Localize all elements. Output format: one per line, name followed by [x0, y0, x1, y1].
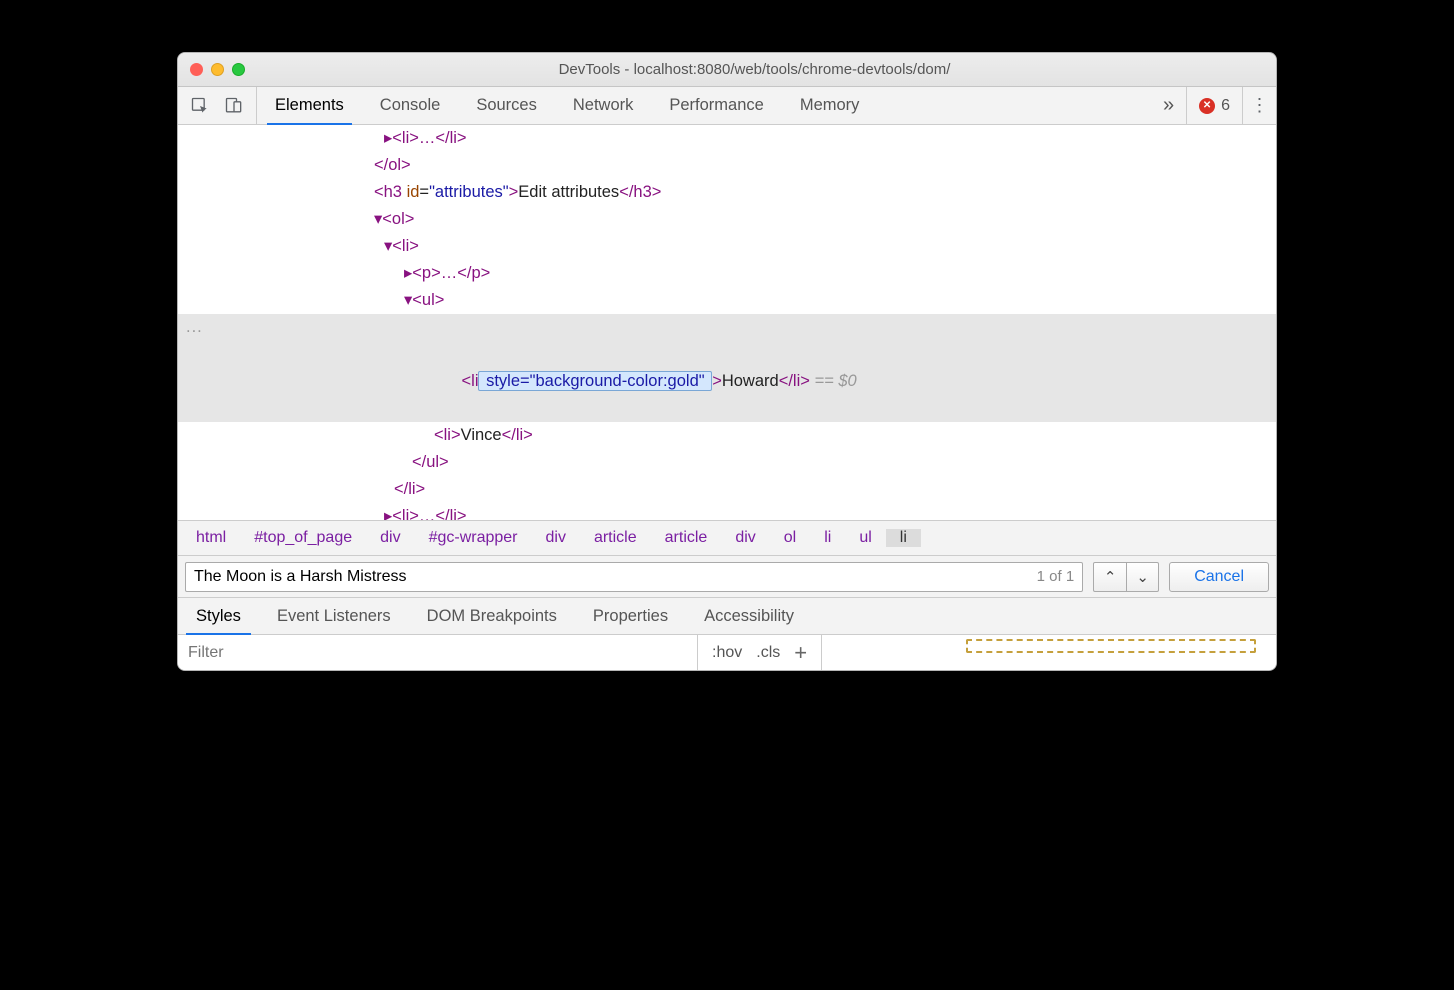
dom-node-selected[interactable]: ... <li style="background-color:gold" >H… [178, 314, 1276, 422]
dom-node-li-vince[interactable]: <li>Vince</li> [178, 422, 1276, 449]
devtools-window: DevTools - localhost:8080/web/tools/chro… [177, 52, 1277, 671]
dom-node-ul-close: </ul> [208, 453, 449, 471]
subtab-accessibility[interactable]: Accessibility [686, 598, 812, 634]
tabs-overflow-button[interactable]: » [1151, 87, 1186, 124]
toolbar-left-tools [178, 87, 257, 124]
error-count: 6 [1221, 97, 1230, 115]
close-window-button[interactable] [190, 63, 203, 76]
edited-attribute[interactable]: style="background-color:gold" [478, 371, 712, 391]
minimize-window-button[interactable] [211, 63, 224, 76]
toggle-cls[interactable]: .cls [756, 644, 780, 662]
styles-filter-wrapper [178, 635, 698, 670]
dom-node-ol-open[interactable]: ▾<ol> [208, 210, 414, 228]
crumb-div-1[interactable]: div [366, 529, 414, 547]
dom-node-ul-open[interactable]: ▾<ul> [208, 291, 444, 309]
main-menu-button[interactable]: ⋮ [1242, 87, 1276, 124]
overflow-ellipsis[interactable]: ... [186, 314, 203, 341]
titlebar: DevTools - localhost:8080/web/tools/chro… [178, 53, 1276, 87]
search-prev-button[interactable]: ⌃ [1094, 563, 1126, 591]
inspect-element-icon[interactable] [190, 96, 210, 116]
dom-node-ol-close: </ol> [208, 156, 411, 174]
cancel-button[interactable]: Cancel [1169, 562, 1269, 592]
device-toolbar-icon[interactable] [224, 96, 244, 116]
tab-sources[interactable]: Sources [458, 87, 555, 124]
crumb-article-1[interactable]: article [580, 529, 651, 547]
console-error-badge[interactable]: 6 [1186, 87, 1242, 124]
search-result-count: 1 of 1 [1031, 568, 1075, 585]
search-field-wrapper: 1 of 1 [185, 562, 1083, 592]
toggle-hov[interactable]: :hov [712, 644, 742, 662]
dom-node-p-collapsed[interactable]: ▸<p>…</p> [208, 264, 490, 282]
console-reference: == $0 [810, 372, 857, 390]
crumb-ul[interactable]: ul [845, 529, 885, 547]
subtab-styles[interactable]: Styles [178, 598, 259, 634]
box-model-swatch [966, 639, 1256, 653]
dom-breadcrumb: html #top_of_page div #gc-wrapper div ar… [178, 520, 1276, 555]
tab-console[interactable]: Console [362, 87, 459, 124]
crumb-li-selected[interactable]: li [886, 529, 921, 547]
subtab-dom-breakpoints[interactable]: DOM Breakpoints [409, 598, 575, 634]
find-in-dom-bar: 1 of 1 ⌃ ⌄ Cancel [178, 555, 1276, 597]
style-toggles: :hov .cls + [698, 635, 822, 670]
dom-node-li-collapsed[interactable]: ▸<li>…</li> [384, 129, 467, 147]
maximize-window-button[interactable] [232, 63, 245, 76]
main-toolbar: Elements Console Sources Network Perform… [178, 87, 1276, 125]
crumb-ol[interactable]: ol [770, 529, 810, 547]
search-input[interactable] [194, 568, 1031, 586]
styles-filter-row: :hov .cls + [178, 635, 1276, 670]
crumb-top-of-page[interactable]: #top_of_page [240, 529, 366, 547]
panel-tabs: Elements Console Sources Network Perform… [257, 87, 1151, 124]
styles-subtabs: Styles Event Listeners DOM Breakpoints P… [178, 597, 1276, 635]
crumb-article-2[interactable]: article [651, 529, 722, 547]
tab-elements[interactable]: Elements [257, 87, 362, 124]
crumb-li-1[interactable]: li [810, 529, 845, 547]
subtab-event-listeners[interactable]: Event Listeners [259, 598, 409, 634]
tab-performance[interactable]: Performance [651, 87, 781, 124]
subtab-properties[interactable]: Properties [575, 598, 686, 634]
dom-tree-panel[interactable]: ▸<li>…</li> </ol> <h3 id="attributes">Ed… [178, 125, 1276, 520]
search-next-button[interactable]: ⌄ [1126, 563, 1158, 591]
dom-node-h3[interactable]: <h3 id="attributes">Edit attributes</h3> [178, 179, 1276, 206]
window-controls [190, 63, 245, 76]
add-style-rule-button[interactable]: + [794, 640, 807, 666]
crumb-gc-wrapper[interactable]: #gc-wrapper [415, 529, 532, 547]
tab-memory[interactable]: Memory [782, 87, 878, 124]
dom-node-li-close: </li> [208, 480, 425, 498]
search-nav-buttons: ⌃ ⌄ [1093, 562, 1159, 592]
dom-node-li-open[interactable]: ▾<li> [208, 237, 419, 255]
error-icon [1199, 98, 1215, 114]
styles-filter-input[interactable] [188, 644, 687, 662]
element-preview [822, 635, 1276, 670]
dom-node-li-collapsed-2[interactable]: ▸<li>…</li> [208, 507, 467, 520]
crumb-html[interactable]: html [182, 529, 240, 547]
tab-network[interactable]: Network [555, 87, 652, 124]
crumb-div-2[interactable]: div [532, 529, 580, 547]
window-title: DevTools - localhost:8080/web/tools/chro… [245, 61, 1264, 78]
crumb-div-3[interactable]: div [721, 529, 769, 547]
